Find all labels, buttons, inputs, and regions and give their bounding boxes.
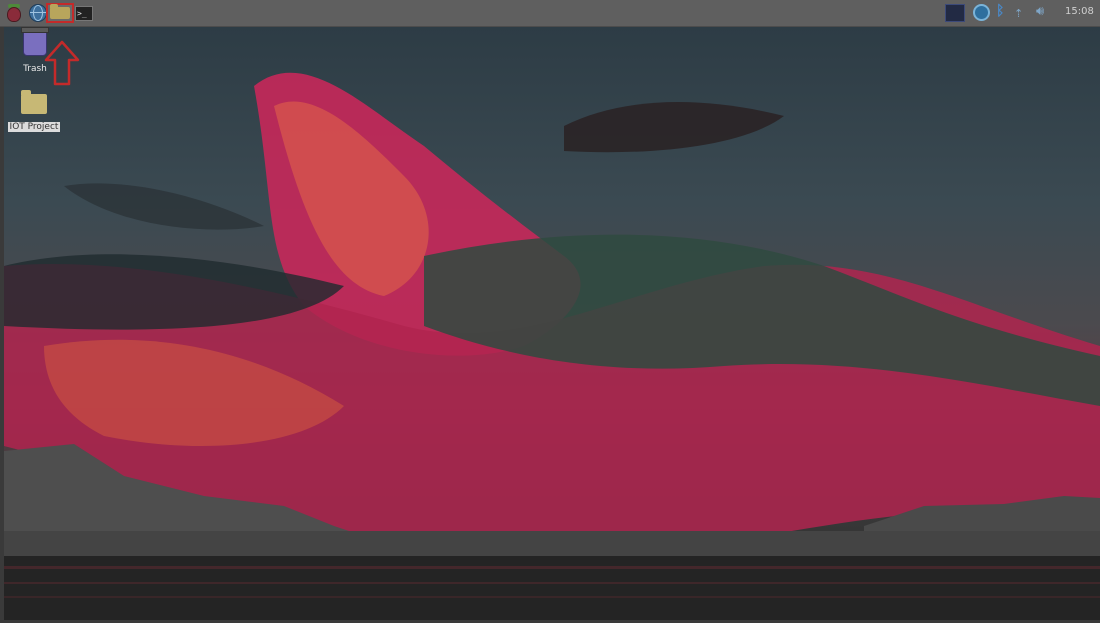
up-arrow-annotation-icon (44, 40, 80, 86)
user-account-icon[interactable] (973, 4, 990, 21)
iot-project-label: IOT Project (7, 122, 61, 132)
taskbar: >_ ᛒ ⇡ 🔊︎ 15:08 (0, 0, 1100, 27)
web-browser-icon[interactable] (28, 3, 48, 23)
raspberry-menu-icon[interactable] (4, 3, 24, 23)
clock[interactable]: 15:08 (1065, 6, 1094, 17)
wifi-icon[interactable]: ⇡ (1014, 7, 1023, 20)
folder-icon (21, 90, 47, 114)
sunset-clouds-image (4, 72, 1100, 620)
terminal-icon[interactable]: >_ (74, 3, 94, 23)
desktop-iot-project-folder[interactable]: IOT Project (6, 90, 62, 133)
cpu-monitor-icon[interactable] (945, 4, 965, 22)
file-manager-icon[interactable] (46, 3, 74, 23)
volume-icon[interactable]: 🔊︎ (1036, 4, 1044, 19)
bluetooth-icon[interactable]: ᛒ (996, 3, 1004, 19)
desktop-wallpaper (4, 26, 1100, 620)
